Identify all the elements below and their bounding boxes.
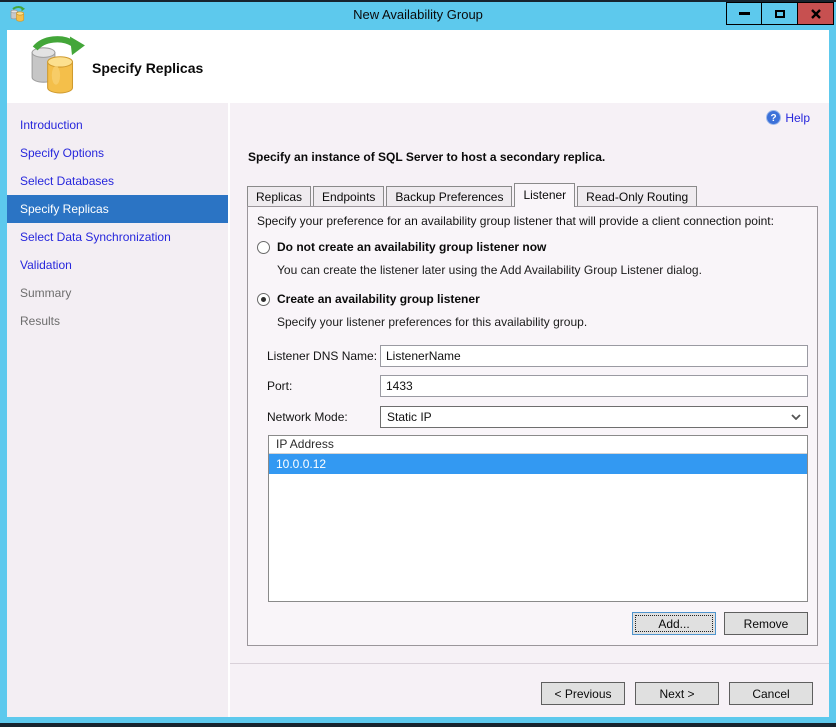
sidebar-item-select-databases[interactable]: Select Databases	[7, 167, 228, 195]
wizard-content: ? Help Specify an instance of SQL Server…	[230, 103, 829, 717]
ip-address-list: IP Address 10.0.0.12	[268, 435, 808, 602]
help-link[interactable]: ? Help	[766, 110, 810, 125]
sidebar-item-specify-replicas[interactable]: Specify Replicas	[7, 195, 228, 223]
page-title: Specify Replicas	[92, 60, 204, 76]
tab-listener[interactable]: Listener	[514, 183, 576, 207]
chevron-down-icon	[791, 414, 801, 420]
remove-button[interactable]: Remove	[724, 612, 808, 635]
wizard-steps-sidebar: Introduction Specify Options Select Data…	[7, 103, 228, 717]
svg-text:?: ?	[771, 113, 777, 124]
sidebar-item-specify-options[interactable]: Specify Options	[7, 139, 228, 167]
sidebar-item-introduction[interactable]: Introduction	[7, 111, 228, 139]
tab-endpoints[interactable]: Endpoints	[313, 186, 385, 207]
replicas-database-icon	[29, 36, 87, 97]
previous-button[interactable]: < Previous	[541, 682, 625, 705]
network-mode-select[interactable]: Static IP	[380, 406, 808, 428]
sidebar-item-summary: Summary	[20, 286, 72, 300]
option-no-listener-description: You can create the listener later using …	[277, 263, 702, 277]
window-controls	[726, 2, 834, 25]
tab-read-only-routing[interactable]: Read-Only Routing	[577, 186, 698, 207]
replica-tabs: Replicas Endpoints Backup Preferences Li…	[247, 183, 699, 207]
port-input[interactable]	[380, 375, 808, 397]
add-button[interactable]: Add...	[632, 612, 716, 635]
help-label: Help	[785, 110, 810, 125]
tab-backup-preferences[interactable]: Backup Preferences	[386, 186, 513, 207]
sidebar-item-validation[interactable]: Validation	[7, 251, 228, 279]
help-icon: ?	[766, 110, 782, 125]
wizard-body: Introduction Specify Options Select Data…	[7, 103, 829, 717]
sidebar-item-results: Results	[20, 314, 61, 328]
next-button[interactable]: Next >	[635, 682, 719, 705]
dns-name-label: Listener DNS Name:	[267, 349, 378, 363]
instruction-text: Specify an instance of SQL Server to hos…	[248, 150, 606, 164]
listener-tab-panel: Specify your preference for an availabil…	[247, 206, 818, 646]
window-title: New Availability Group	[353, 7, 483, 22]
option-create-listener-label: Create an availability group listener	[277, 292, 480, 306]
option-no-listener-label: Do not create an availability group list…	[277, 240, 547, 254]
dns-name-input[interactable]	[380, 345, 808, 367]
option-create-listener[interactable]: Create an availability group listener	[257, 292, 480, 306]
cancel-button[interactable]: Cancel	[729, 682, 813, 705]
close-icon	[810, 8, 821, 19]
tab-replicas[interactable]: Replicas	[247, 186, 312, 207]
option-no-listener[interactable]: Do not create an availability group list…	[257, 240, 546, 254]
listener-intro-text: Specify your preference for an availabil…	[257, 214, 774, 228]
network-mode-value: Static IP	[387, 410, 432, 424]
option-create-listener-description: Specify your listener preferences for th…	[277, 315, 588, 329]
titlebar[interactable]: New Availability Group	[0, 2, 836, 30]
maximize-button[interactable]	[762, 2, 798, 25]
network-mode-label: Network Mode:	[267, 410, 348, 424]
maximize-icon	[774, 9, 785, 18]
sidebar-item-select-data-synchronization[interactable]: Select Data Synchronization	[7, 223, 228, 251]
ip-address-column-header: IP Address	[269, 436, 807, 454]
radio-unselected-icon[interactable]	[257, 240, 270, 254]
radio-selected-icon[interactable]	[257, 292, 270, 306]
minimize-icon	[738, 12, 750, 15]
window-bottom-edge	[0, 723, 836, 727]
new-availability-group-window: New Availability Group Specify Replicas …	[0, 0, 836, 727]
minimize-button[interactable]	[726, 2, 762, 25]
wizard-header: Specify Replicas	[7, 30, 829, 103]
port-label: Port:	[267, 379, 293, 393]
footer-divider	[230, 663, 829, 664]
close-button[interactable]	[798, 2, 834, 25]
ip-address-row[interactable]: 10.0.0.12	[269, 454, 807, 474]
